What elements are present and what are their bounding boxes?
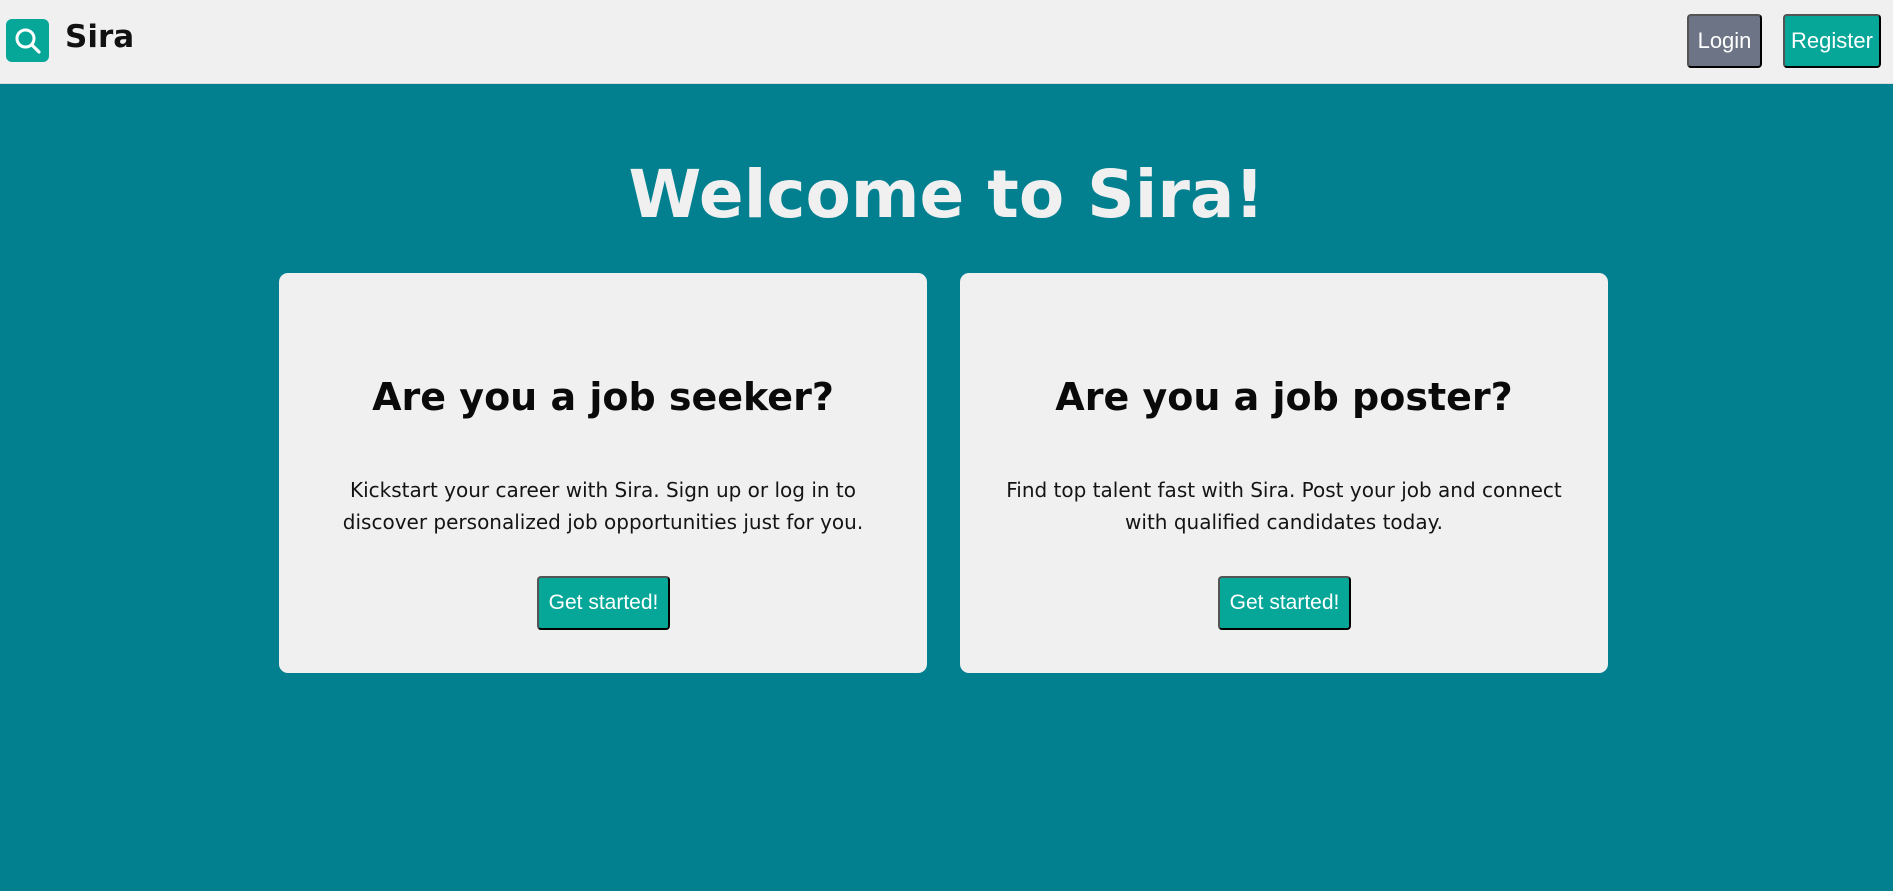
card-description: Kickstart your career with Sira. Sign up… [342,478,864,534]
job-seeker-get-started-button[interactable]: Get started! [537,576,670,630]
job-poster-get-started-button[interactable]: Get started! [1218,576,1351,630]
brand-name[interactable]: Sira [65,22,134,53]
logo[interactable] [6,19,49,62]
page-title: Welcome to Sira! [628,156,1265,233]
card-description: Find top talent fast with Sira. Post you… [1006,478,1562,534]
card-title: Are you a job poster? [1055,375,1513,419]
card-title: Are you a job seeker? [372,375,834,419]
job-poster-card: Are you a job poster? Find top talent fa… [960,273,1608,673]
job-seeker-card: Are you a job seeker? Kickstart your car… [279,273,927,673]
top-navigation: Sira Login Register [0,0,1893,84]
register-button[interactable]: Register [1783,14,1881,68]
login-button[interactable]: Login [1687,14,1762,68]
search-icon [15,28,41,54]
